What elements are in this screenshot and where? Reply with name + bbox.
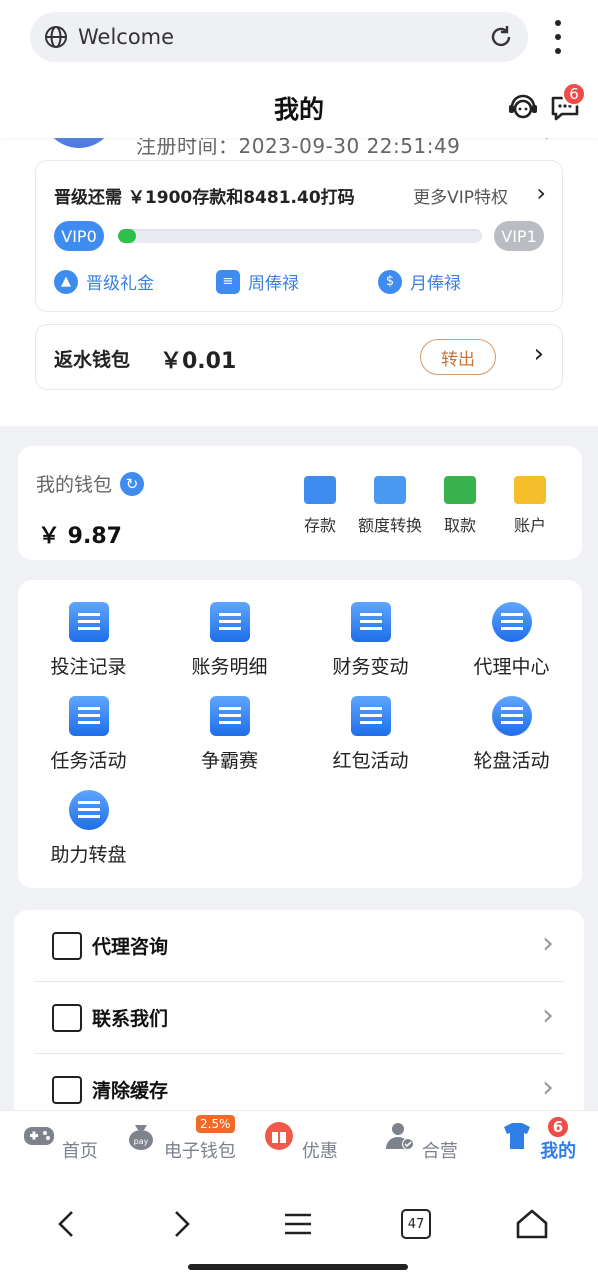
avatar[interactable] (42, 138, 116, 148)
nav-partnership[interactable]: 合营 (360, 1121, 480, 1163)
jersey-icon (503, 1123, 530, 1149)
registration-time: 注册时间：2023-09-30 22:51:49 (136, 138, 461, 158)
profile-card: 注册时间：2023-09-30 22:51:49 › 晋级还需 ￥1900存款和… (0, 138, 598, 426)
perk-promotion-bonus[interactable]: ▲ 晋级礼金 (54, 269, 154, 294)
back-icon[interactable] (36, 1204, 96, 1244)
task-icon (68, 696, 109, 736)
withdraw-button[interactable]: 取款 (420, 476, 500, 536)
tabs-icon[interactable]: 47 (386, 1204, 446, 1244)
grid-item-finance-changes[interactable]: 财务变动 (300, 602, 441, 679)
svg-text:pay: pay (134, 1137, 149, 1146)
grid-item-agent-center[interactable]: 代理中心 (441, 602, 582, 679)
transfer-button[interactable]: 额度转换 (350, 476, 430, 536)
nav-home[interactable]: 首页 (0, 1121, 120, 1163)
rebate-label: 返水钱包 (54, 349, 131, 371)
card-icon (514, 476, 546, 504)
vip-requirement: 晋级还需 ￥1900存款和8481.40打码 (54, 188, 355, 208)
system-navigation: 47 (0, 1194, 598, 1280)
page-header: 我的 6 (0, 80, 598, 138)
chevron-right-icon[interactable]: › (536, 179, 546, 207)
chevron-right-icon: › (542, 998, 554, 1033)
menu-contact-us[interactable]: 联系我们 › (34, 982, 564, 1054)
wallet-icon (304, 476, 336, 504)
gesture-bar (188, 1264, 408, 1270)
contact-icon (52, 1004, 82, 1032)
exchange-icon (374, 476, 406, 504)
vip-panel: 晋级还需 ￥1900存款和8481.40打码 更多VIP特权 › VIP0 VI… (35, 160, 563, 312)
transfer-out-button[interactable]: 转出 (420, 339, 496, 375)
jersey-number: 8 (532, 1137, 544, 1155)
menu-agent-consult[interactable]: 代理咨询 › (34, 910, 564, 982)
deposit-button[interactable]: 存款 (280, 476, 360, 536)
grid-item-assist-wheel[interactable]: 助力转盘 (18, 790, 159, 867)
user-check-icon (386, 1123, 415, 1150)
chevron-right-icon[interactable]: › (534, 339, 544, 369)
vip-progress-fill (118, 229, 137, 243)
wallet-balance: ￥ 9.87 (38, 524, 122, 549)
calendar-icon (350, 602, 391, 642)
browser-toolbar: Welcome (0, 0, 598, 80)
reload-icon[interactable] (488, 24, 514, 50)
browser-menu-icon[interactable] (548, 20, 568, 54)
grid-item-tournament[interactable]: 争霸赛 (159, 696, 300, 773)
trash-icon (52, 1076, 82, 1104)
chevron-right-icon: › (542, 1070, 554, 1105)
globe-icon (45, 26, 67, 48)
menu-clear-cache[interactable]: 清除缓存 › (34, 1054, 564, 1110)
url-text: Welcome (78, 25, 175, 49)
chevron-right-icon[interactable]: › (544, 138, 552, 146)
vip-current-level: VIP0 (54, 221, 104, 251)
home-icon[interactable] (502, 1204, 562, 1244)
page-content: 注册时间：2023-09-30 22:51:49 › 晋级还需 ￥1900存款和… (0, 138, 598, 1110)
exchange-doc-icon (209, 602, 250, 642)
money-bag-icon: $ (378, 269, 402, 294)
grid-item-task-activities[interactable]: 任务活动 (18, 696, 159, 773)
account-button[interactable]: 账户 (490, 476, 570, 536)
rebate-amount: ￥0.01 (160, 349, 237, 374)
grid-item-account-details[interactable]: 账务明细 (159, 602, 300, 679)
nav-e-wallet[interactable]: pay 电子钱包 2.5% (120, 1113, 240, 1163)
grid-item-red-packet[interactable]: 红包活动 (300, 696, 441, 773)
rebate-wallet[interactable]: 返水钱包 ￥0.01 转出 › (35, 324, 563, 390)
wallet-card: 我的钱包 ↻ ￥ 9.87 存款 额度转换 取款 账户 (18, 446, 582, 560)
grid-item-wheel-event[interactable]: 轮盘活动 (441, 696, 582, 773)
address-bar[interactable]: Welcome (30, 12, 528, 62)
nav-mine[interactable]: 我的 8 6 (478, 1115, 598, 1163)
wheel-icon (491, 696, 532, 736)
customer-service-icon[interactable] (506, 90, 540, 124)
mine-badge: 6 (546, 1115, 570, 1139)
menu-icon[interactable] (268, 1204, 328, 1244)
perk-monthly-salary[interactable]: $ 月俸禄 (378, 269, 461, 294)
red-packet-icon (350, 696, 391, 736)
user-icon (491, 602, 532, 642)
wallet-title: 我的钱包 ↻ (36, 470, 145, 497)
crossed-swords-icon (209, 696, 250, 736)
gamepad-icon (24, 1127, 55, 1145)
grid-item-bet-records[interactable]: 投注记录 (18, 602, 159, 679)
gift-icon (265, 1122, 294, 1150)
perk-weekly-salary[interactable]: ≡ 周俸禄 (216, 269, 299, 294)
bottom-navigation: 首页 pay 电子钱包 2.5% 优惠 合营 我的 8 6 (0, 1110, 598, 1194)
document-icon (68, 602, 109, 642)
nav-promotions[interactable]: 优惠 (240, 1121, 360, 1163)
forward-icon[interactable] (152, 1204, 212, 1244)
message-badge: 6 (562, 82, 586, 106)
chat-icon (52, 932, 82, 960)
wallet-rate-badge: 2.5% (194, 1113, 237, 1135)
chevron-right-icon: › (542, 926, 554, 961)
more-vip-link[interactable]: 更多VIP特权 (413, 183, 508, 208)
vip-next-level: VIP1 (494, 221, 544, 251)
prize-wheel-icon (68, 790, 109, 830)
money-bag-icon: pay (129, 1125, 154, 1150)
feature-grid: 投注记录 账务明细 财务变动 代理中心 任务活动 争霸赛 红包活动 轮盘活动 助… (18, 580, 582, 888)
settings-menu: 代理咨询 › 联系我们 › 清除缓存 › (14, 910, 584, 1110)
document-icon: ≡ (216, 269, 240, 294)
arrow-up-icon: ▲ (54, 269, 78, 294)
cash-icon (444, 476, 476, 504)
refresh-icon[interactable]: ↻ (120, 471, 145, 496)
vip-progress-bar (118, 229, 482, 243)
